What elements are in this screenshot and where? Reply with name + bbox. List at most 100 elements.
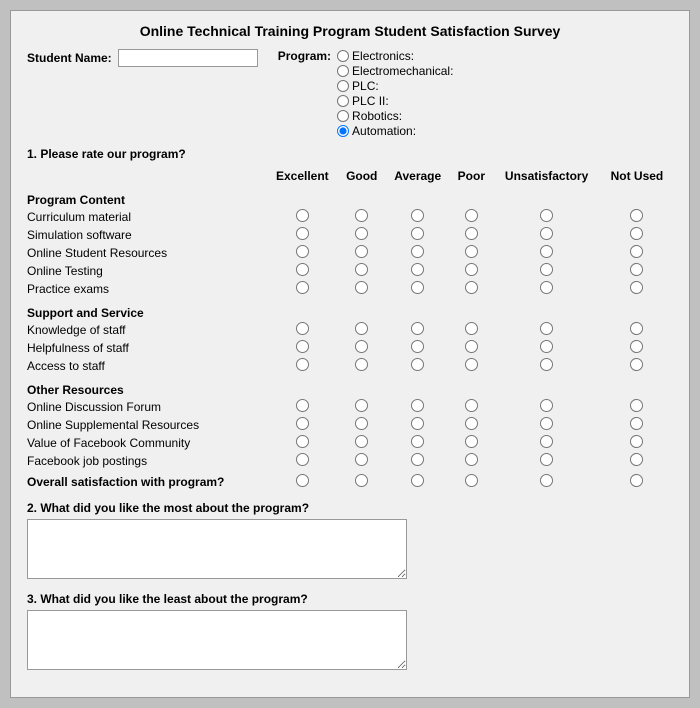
rating-radio[interactable]: [465, 340, 478, 353]
program-option-electronics[interactable]: Electronics:: [337, 49, 453, 63]
radio-cell: [266, 321, 338, 339]
rating-radio[interactable]: [411, 322, 424, 335]
rating-radio[interactable]: [465, 358, 478, 371]
rating-radio[interactable]: [411, 209, 424, 222]
program-radio-automation[interactable]: [337, 125, 349, 137]
question2-textarea[interactable]: [27, 519, 407, 579]
rating-radio[interactable]: [630, 358, 643, 371]
rating-radio[interactable]: [355, 453, 368, 466]
rating-radio[interactable]: [630, 209, 643, 222]
overall-rating-radio[interactable]: [465, 474, 478, 487]
rating-radio[interactable]: [630, 322, 643, 335]
program-option-plc[interactable]: PLC:: [337, 79, 453, 93]
rating-radio[interactable]: [630, 417, 643, 430]
radio-cell: [385, 321, 450, 339]
rating-radio[interactable]: [465, 281, 478, 294]
overall-rating-radio[interactable]: [411, 474, 424, 487]
rating-radio[interactable]: [540, 435, 553, 448]
program-option-electromechanical[interactable]: Electromechanical:: [337, 64, 453, 78]
rating-radio[interactable]: [540, 322, 553, 335]
rating-radio[interactable]: [630, 340, 643, 353]
rating-radio[interactable]: [355, 435, 368, 448]
rating-radio[interactable]: [355, 358, 368, 371]
rating-radio[interactable]: [411, 227, 424, 240]
rating-radio[interactable]: [296, 358, 309, 371]
rating-radio[interactable]: [465, 399, 478, 412]
rating-radio[interactable]: [540, 263, 553, 276]
program-option-automation[interactable]: Automation:: [337, 124, 453, 138]
rating-radio[interactable]: [540, 417, 553, 430]
rating-radio[interactable]: [355, 417, 368, 430]
program-radio-plc[interactable]: [337, 80, 349, 92]
radio-cell: [601, 280, 673, 298]
rating-radio[interactable]: [465, 417, 478, 430]
rating-radio[interactable]: [411, 453, 424, 466]
rating-radio[interactable]: [630, 435, 643, 448]
rating-radio[interactable]: [540, 245, 553, 258]
rating-radio[interactable]: [296, 281, 309, 294]
rating-radio[interactable]: [355, 263, 368, 276]
rating-radio[interactable]: [540, 209, 553, 222]
rating-radio[interactable]: [465, 453, 478, 466]
rating-radio[interactable]: [411, 435, 424, 448]
rating-radio[interactable]: [296, 322, 309, 335]
overall-rating-radio[interactable]: [355, 474, 368, 487]
program-radio-electromechanical[interactable]: [337, 65, 349, 77]
rating-radio[interactable]: [630, 399, 643, 412]
rating-radio[interactable]: [411, 399, 424, 412]
program-radio-electronics[interactable]: [337, 50, 349, 62]
rating-radio[interactable]: [296, 340, 309, 353]
rating-radio[interactable]: [411, 263, 424, 276]
rating-radio[interactable]: [355, 227, 368, 240]
rating-radio[interactable]: [411, 245, 424, 258]
rating-radio[interactable]: [630, 227, 643, 240]
rating-radio[interactable]: [355, 245, 368, 258]
rating-radio[interactable]: [540, 340, 553, 353]
rating-radio[interactable]: [630, 281, 643, 294]
rating-radio[interactable]: [355, 281, 368, 294]
rating-radio[interactable]: [540, 358, 553, 371]
rating-radio[interactable]: [411, 417, 424, 430]
rating-radio[interactable]: [296, 245, 309, 258]
rating-radio[interactable]: [296, 453, 309, 466]
rating-radio[interactable]: [540, 399, 553, 412]
program-radio-robotics[interactable]: [337, 110, 349, 122]
rating-radio[interactable]: [296, 399, 309, 412]
radio-cell: [338, 208, 385, 226]
rating-radio[interactable]: [296, 435, 309, 448]
overall-rating-radio[interactable]: [540, 474, 553, 487]
rating-radio[interactable]: [540, 227, 553, 240]
student-name-input[interactable]: [118, 49, 258, 67]
rating-radio[interactable]: [465, 322, 478, 335]
rating-radio[interactable]: [355, 399, 368, 412]
rating-radio[interactable]: [411, 281, 424, 294]
rating-radio[interactable]: [465, 209, 478, 222]
program-radio-plc2[interactable]: [337, 95, 349, 107]
overall-rating-radio[interactable]: [296, 474, 309, 487]
rating-radio[interactable]: [296, 227, 309, 240]
rating-radio[interactable]: [630, 245, 643, 258]
rating-radio[interactable]: [355, 340, 368, 353]
rating-radio[interactable]: [630, 263, 643, 276]
rating-radio[interactable]: [465, 263, 478, 276]
rating-radio[interactable]: [355, 322, 368, 335]
overall-rating-radio[interactable]: [630, 474, 643, 487]
rating-radio[interactable]: [296, 209, 309, 222]
program-option-plc2[interactable]: PLC II:: [337, 94, 453, 108]
table-header-row: Excellent Good Average Poor Unsatisfacto…: [27, 167, 673, 185]
rating-radio[interactable]: [465, 245, 478, 258]
question3-textarea[interactable]: [27, 610, 407, 670]
rating-radio[interactable]: [296, 263, 309, 276]
radio-cell: [338, 321, 385, 339]
rating-radio[interactable]: [465, 435, 478, 448]
rating-radio[interactable]: [296, 417, 309, 430]
rating-radio[interactable]: [465, 227, 478, 240]
radio-cell: [450, 416, 492, 434]
rating-radio[interactable]: [630, 453, 643, 466]
rating-radio[interactable]: [411, 358, 424, 371]
rating-radio[interactable]: [355, 209, 368, 222]
rating-radio[interactable]: [411, 340, 424, 353]
rating-radio[interactable]: [540, 281, 553, 294]
program-option-robotics[interactable]: Robotics:: [337, 109, 453, 123]
rating-radio[interactable]: [540, 453, 553, 466]
